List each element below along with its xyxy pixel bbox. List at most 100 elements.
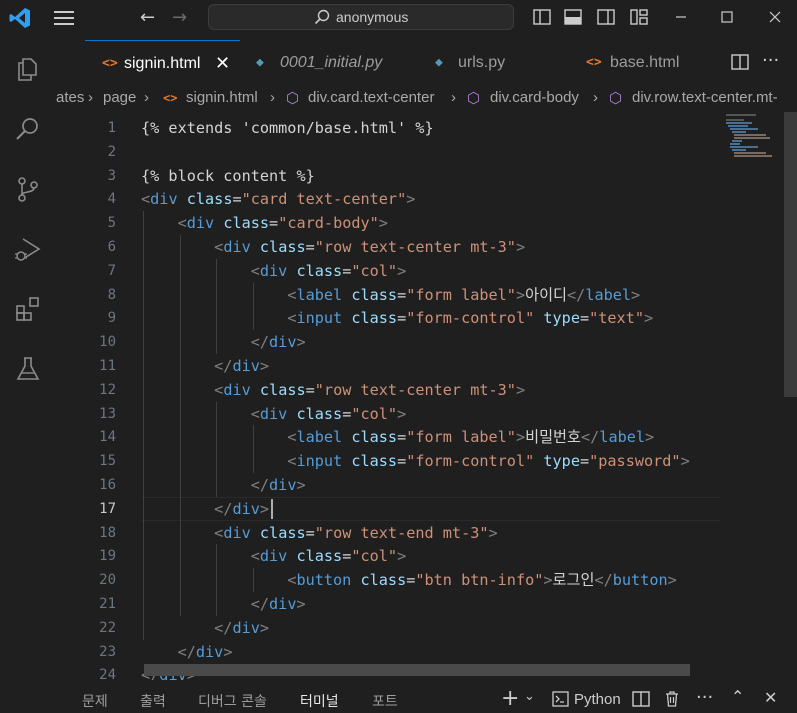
code-token: class <box>259 523 306 542</box>
code-line[interactable]: </div> <box>141 640 233 664</box>
tab-label: urls.py <box>458 54 506 71</box>
code-token: div <box>269 595 297 613</box>
code-token: label <box>585 285 632 304</box>
forward-arrow-icon[interactable]: → <box>172 7 187 28</box>
code-token: > <box>397 404 407 423</box>
code-line[interactable]: <input class="form-control" type="passwo… <box>141 449 689 473</box>
code-line[interactable]: <div class="card text-center"> <box>141 187 415 211</box>
code-line[interactable]: <div class="row text-center mt-3"> <box>141 378 525 402</box>
horizontal-scrollbar[interactable] <box>144 664 690 676</box>
toggle-panel-icon[interactable] <box>564 9 582 25</box>
maximize-panel-icon[interactable]: ⌃ <box>731 687 744 706</box>
breadcrumb: ates › page › <> signin.html › ⬡ div.car… <box>56 86 797 110</box>
line-number: 16 <box>99 477 116 493</box>
code-token: div <box>195 642 224 661</box>
code-token: "col" <box>351 261 398 280</box>
source-control-icon[interactable] <box>14 175 42 203</box>
customize-layout-icon[interactable] <box>630 9 648 25</box>
code-token: 아이디 <box>525 285 568 304</box>
symbol-icon: ⬡ <box>609 90 623 107</box>
code-token: > <box>259 618 270 637</box>
code-token: = <box>269 214 279 233</box>
run-debug-icon[interactable] <box>14 235 42 263</box>
toggle-sidebar-icon[interactable] <box>533 9 551 25</box>
code-token: </ <box>214 499 233 518</box>
more-icon[interactable]: ··· <box>696 687 713 708</box>
code-line[interactable]: {% extends 'common/base.html' %} <box>141 116 434 140</box>
code-line[interactable]: <div class="col"> <box>141 544 407 568</box>
tab-ports[interactable]: 포트 <box>372 691 398 711</box>
code-line[interactable]: </div> <box>141 473 306 497</box>
code-token: div <box>259 547 288 566</box>
chevron-right-icon: › <box>593 89 598 106</box>
search-icon[interactable] <box>14 115 42 143</box>
maximize-icon[interactable] <box>716 6 738 28</box>
tab-signin-html[interactable]: <> signin.html ✕ <box>85 40 240 86</box>
close-panel-icon[interactable]: ✕ <box>764 688 777 707</box>
vertical-scrollbar[interactable] <box>784 112 797 397</box>
menu-icon[interactable] <box>54 9 74 27</box>
tab-output[interactable]: 출력 <box>140 691 166 711</box>
add-terminal-icon[interactable]: + <box>501 686 519 711</box>
tab-debug-console[interactable]: 디버그 콘솔 <box>198 691 267 711</box>
code-line[interactable]: {% block content %} <box>141 164 315 188</box>
code-token: class <box>360 571 407 590</box>
code-line[interactable]: <label class="form label">아이디</label> <box>141 283 640 307</box>
tab-0001-initial-py[interactable]: ◆ 0001_initial.py <box>242 40 397 86</box>
code-line[interactable]: </div> <box>141 497 269 521</box>
code-token: < <box>250 547 260 566</box>
breadcrumb-item[interactable]: div.row.text-center.mt- <box>632 89 778 106</box>
code-token: </ <box>567 285 586 304</box>
breadcrumb-item[interactable]: ates <box>56 89 84 106</box>
search-text: anonymous <box>336 9 409 25</box>
code-line[interactable]: </div> <box>141 616 269 640</box>
tab-terminal[interactable]: 터미널 <box>300 691 339 711</box>
more-actions-icon[interactable]: ··· <box>762 50 779 71</box>
line-number: 3 <box>107 167 116 184</box>
tab-base-html[interactable]: <> base.html <box>576 40 716 86</box>
code-line[interactable]: <div class="col"> <box>141 259 407 283</box>
code-line[interactable]: <div class="row text-end mt-3"> <box>141 521 498 545</box>
tab-label: signin.html <box>124 55 201 72</box>
minimize-icon[interactable] <box>670 6 692 28</box>
code-line[interactable]: <div class="card-body"> <box>141 211 388 235</box>
explorer-icon[interactable] <box>14 55 42 83</box>
close-tab-icon[interactable]: ✕ <box>215 53 230 74</box>
code-line[interactable]: <button class="btn btn-info">로그인</button… <box>141 568 676 592</box>
breadcrumb-item[interactable]: page <box>103 89 136 106</box>
tab-problems[interactable]: 문제 <box>82 691 108 711</box>
code-line[interactable]: </div> <box>141 330 306 354</box>
terminal-icon <box>552 691 569 707</box>
toggle-secondary-sidebar-icon[interactable] <box>597 9 615 25</box>
breadcrumb-item[interactable]: div.card.text-center <box>308 89 434 106</box>
code-editor[interactable]: 1 2 3 4 5 6 7 8 9 10 11 12 13 14 15 16 17 18 19 20 21 22 23 24 … <box>56 112 797 680</box>
code-line[interactable]: </div> <box>141 592 306 616</box>
breadcrumb-item[interactable]: div.card-body <box>490 89 579 106</box>
extensions-icon[interactable] <box>14 295 42 323</box>
chevron-down-icon[interactable]: ⌄ <box>524 689 535 704</box>
code-line[interactable]: <div class="col"> <box>141 402 407 426</box>
terminal-label[interactable]: Python <box>574 691 621 708</box>
split-terminal-icon[interactable] <box>632 691 650 707</box>
chevron-right-icon: › <box>451 89 456 106</box>
code-token: class <box>259 380 306 399</box>
breadcrumb-item[interactable]: signin.html <box>186 89 258 106</box>
testing-icon[interactable] <box>14 355 42 383</box>
code-token: div <box>269 476 297 494</box>
back-arrow-icon[interactable]: ← <box>140 7 155 28</box>
code-line[interactable]: <label class="form label">비밀번호</label> <box>141 425 654 449</box>
trash-icon[interactable] <box>664 690 680 707</box>
line-number: 14 <box>99 429 116 446</box>
code-line[interactable]: <div class="row text-center mt-3"> <box>141 235 525 259</box>
code-token: div <box>223 238 251 256</box>
code-line[interactable]: </div> <box>141 354 269 378</box>
code-token: input <box>296 452 343 471</box>
close-icon[interactable] <box>764 6 786 28</box>
split-editor-icon[interactable] <box>731 54 749 70</box>
code-token: > <box>397 261 407 280</box>
code-line[interactable]: <input class="form-control" type="text"> <box>141 306 653 330</box>
tab-urls-py[interactable]: ◆ urls.py <box>421 40 571 86</box>
